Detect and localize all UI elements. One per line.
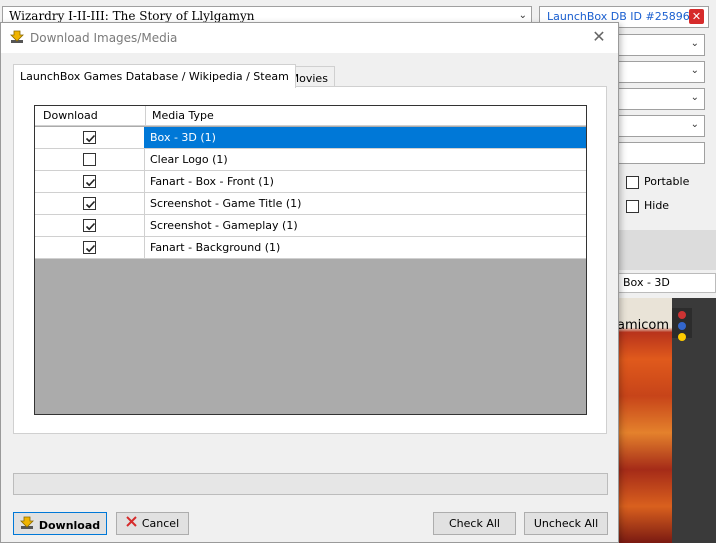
checkbox-box[interactable] [626,175,639,189]
media-grid[interactable]: Download Media Type Box - 3D (1) Clear Lo… [34,105,587,415]
console-logo-icon [672,308,692,341]
download-cell[interactable] [35,237,145,258]
download-checkbox[interactable] [83,131,96,144]
checkmark-icon [85,200,96,209]
chevron-down-icon[interactable]: ⌄ [691,65,699,76]
media-type-cell: Screenshot - Gameplay (1) [150,219,298,232]
checkmark-icon [85,222,96,231]
download-checkbox[interactable] [83,175,96,188]
clear-icon[interactable]: ✕ [689,9,704,24]
column-header-download[interactable]: Download [37,106,104,126]
image-type-label: Box - 3D [617,273,716,293]
box-art-image: amicom [617,298,672,543]
download-checkbox[interactable] [83,241,96,254]
checkmark-icon [85,244,96,253]
media-type-cell: Clear Logo (1) [150,153,228,166]
red-x-icon [126,516,137,530]
hide-checkbox[interactable]: Hide [626,199,669,213]
cancel-button-label: Cancel [141,517,180,530]
dialog-titlebar[interactable]: Download Images/Media ✕ [1,23,618,53]
hide-label: Hide [644,199,670,212]
download-cell[interactable] [35,193,145,214]
tab-launchbox-db[interactable]: LaunchBox Games Database / Wikipedia / S… [13,64,296,88]
uncheck-all-label: Uncheck All [533,517,599,530]
dialog-title: Download Images/Media [30,31,178,45]
table-row[interactable]: Fanart - Background (1) [35,237,586,259]
download-cell[interactable] [35,215,145,236]
tab-label: LaunchBox Games Database / Wikipedia / S… [20,70,289,83]
check-all-button[interactable]: Check All [433,512,516,535]
bg-combobox-1[interactable]: ⌄ [617,34,705,56]
checkmark-icon [85,178,96,187]
download-cell[interactable] [35,149,145,170]
bg-dark-panel [672,298,716,543]
download-button-label: Download [38,518,101,532]
game-title-text: Wizardry I-II-III: The Story of Llylgamy… [9,9,255,23]
download-checkbox[interactable] [83,197,96,210]
download-cell[interactable] [35,127,145,148]
chevron-down-icon[interactable]: ⌄ [691,119,699,130]
bg-combobox-3[interactable]: ⌄ [617,88,705,110]
table-row[interactable]: Screenshot - Gameplay (1) [35,215,586,237]
bg-combobox-2[interactable]: ⌄ [617,61,705,83]
download-button[interactable]: Download [13,512,107,535]
checkmark-icon [85,134,96,143]
grid-header: Download Media Type [35,106,586,126]
checkbox-box[interactable] [626,199,639,213]
download-checkbox[interactable] [83,153,96,166]
table-row[interactable]: Screenshot - Game Title (1) [35,193,586,215]
table-row[interactable]: Fanart - Box - Front (1) [35,171,586,193]
media-type-cell: Fanart - Box - Front (1) [150,175,274,188]
box-art-text: amicom [617,318,670,333]
download-arrow-icon [10,30,24,44]
close-icon[interactable]: ✕ [590,28,608,46]
column-header-media-type[interactable]: Media Type [146,106,220,126]
table-row[interactable]: Clear Logo (1) [35,149,586,171]
bg-textbox[interactable] [617,142,705,164]
portable-checkbox[interactable]: Portable [626,175,689,189]
cancel-button[interactable]: Cancel [116,512,189,535]
chevron-down-icon[interactable]: ⌄ [519,10,527,21]
table-row[interactable]: Box - 3D (1) [35,127,586,149]
tab-panel: Download Media Type Box - 3D (1) Clear Lo… [13,86,607,434]
chevron-down-icon[interactable]: ⌄ [691,38,699,49]
portable-label: Portable [644,175,690,188]
download-media-dialog: Download Images/Media ✕ LaunchBox Games … [0,22,619,543]
media-type-cell: Fanart - Background (1) [150,241,281,254]
check-all-label: Check All [449,517,500,530]
uncheck-all-button[interactable]: Uncheck All [524,512,608,535]
chevron-down-icon[interactable]: ⌄ [691,92,699,103]
bg-combobox-4[interactable]: ⌄ [617,115,705,137]
bg-panel [617,230,716,270]
media-type-cell: Screenshot - Game Title (1) [150,197,302,210]
dialog-client: LaunchBox Games Database / Wikipedia / S… [1,53,618,542]
download-arrow-icon [19,516,34,533]
download-checkbox[interactable] [83,219,96,232]
media-type-cell: Box - 3D (1) [150,131,216,144]
download-cell[interactable] [35,171,145,192]
download-progress-bar [13,473,608,495]
